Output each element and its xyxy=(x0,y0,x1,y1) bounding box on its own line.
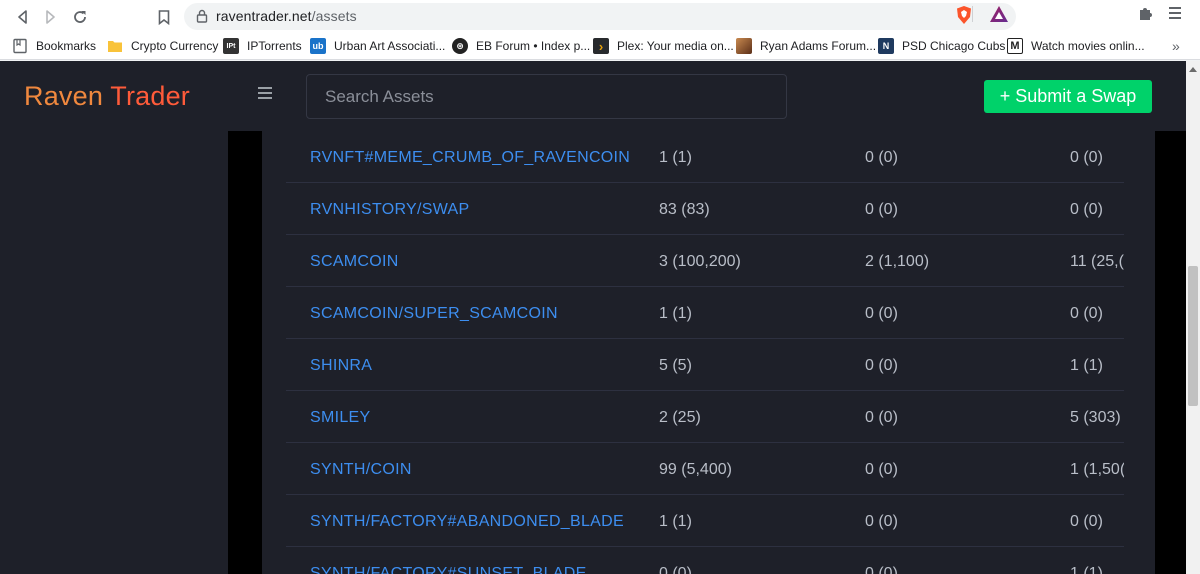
table-row[interactable]: SYNTH/COIN 99 (5,400) 0 (0) 1 (1,50( xyxy=(286,443,1124,495)
asset-value: 1 (1) xyxy=(659,149,692,166)
extensions-icon[interactable] xyxy=(1137,5,1155,28)
assets-table: RVNFT#MEME_CRUMB_OF_RAVENCOIN 1 (1) 0 (0… xyxy=(262,131,1155,574)
psd-icon: N xyxy=(878,38,894,54)
bookmark-item[interactable]: ub Urban Art Associati... xyxy=(310,37,445,55)
asset-value: 0 (0) xyxy=(1070,201,1103,218)
asset-name-link[interactable]: RVNFT#MEME_CRUMB_OF_RAVENCOIN xyxy=(310,149,630,167)
asset-value: 2 (25) xyxy=(659,409,701,426)
asset-value: 3 (100,200) xyxy=(659,253,741,270)
asset-value: 1 (1) xyxy=(659,305,692,322)
ryan-adams-icon xyxy=(736,38,752,54)
table-row[interactable]: SHINRA 5 (5) 0 (0) 1 (1) xyxy=(286,339,1124,391)
asset-name-link[interactable]: SCAMCOIN xyxy=(310,253,399,271)
asset-value: 5 (303) xyxy=(1070,409,1121,426)
brave-shield-icon[interactable] xyxy=(955,5,973,30)
browser-toolbar: raventrader.net/assets xyxy=(0,0,1200,33)
page: Raven Trader + Submit a Swap RVNFT#MEME_… xyxy=(0,61,1186,574)
asset-value: 0 (0) xyxy=(865,357,898,374)
scroll-up-icon[interactable] xyxy=(1189,67,1197,72)
table-row[interactable]: SCAMCOIN/SUPER_SCAMCOIN 1 (1) 0 (0) 0 (0… xyxy=(286,287,1124,339)
bookmark-item[interactable]: Crypto Currency xyxy=(107,37,218,55)
asset-name-link[interactable]: SHINRA xyxy=(310,357,372,375)
table-row[interactable]: SCAMCOIN 3 (100,200) 2 (1,100) 11 (25,( xyxy=(286,235,1124,287)
sidebar: Raven Trader xyxy=(0,61,228,574)
table-row[interactable]: SMILEY 2 (25) 0 (0) 5 (303) xyxy=(286,391,1124,443)
asset-name-link[interactable]: SCAMCOIN/SUPER_SCAMCOIN xyxy=(310,305,558,323)
asset-value: 0 (0) xyxy=(865,409,898,426)
hamburger-menu-icon[interactable] xyxy=(258,87,272,99)
bookmark-item[interactable]: › Plex: Your media on... xyxy=(593,37,734,55)
asset-value: 0 (0) xyxy=(865,305,898,322)
asset-value: 83 (83) xyxy=(659,201,710,218)
bookmarks-bar: Bookmarks Crypto Currency IPt IPTorrents… xyxy=(0,33,1200,60)
asset-value: 99 (5,400) xyxy=(659,461,732,478)
url-text: raventrader.net/assets xyxy=(216,8,357,24)
table-row[interactable]: RVNHISTORY/SWAP 83 (83) 0 (0) 0 (0) xyxy=(286,183,1124,235)
bookmark-item[interactable]: Bookmarks xyxy=(12,37,96,55)
address-bar[interactable]: raventrader.net/assets xyxy=(184,3,1016,30)
bookmark-item[interactable]: ⊛ EB Forum • Index p... xyxy=(452,37,590,55)
bookmark-star-icon[interactable] xyxy=(152,5,176,29)
asset-value: 0 (0) xyxy=(1070,149,1103,166)
asset-value: 1 (1,50( xyxy=(1070,461,1124,478)
asset-value: 1 (1) xyxy=(1070,565,1103,574)
urban-art-icon: ub xyxy=(310,38,326,54)
asset-value: 0 (0) xyxy=(865,513,898,530)
brand-logo[interactable]: Raven Trader xyxy=(24,81,190,112)
asset-value: 0 (0) xyxy=(865,565,898,574)
asset-value: 0 (0) xyxy=(865,149,898,166)
more-bookmarks-icon[interactable]: » xyxy=(1172,38,1180,54)
page-scrollbar[interactable] xyxy=(1186,61,1200,574)
plex-icon: › xyxy=(593,38,609,54)
table-row[interactable]: RVNFT#MEME_CRUMB_OF_RAVENCOIN 1 (1) 0 (0… xyxy=(286,131,1124,183)
forward-icon[interactable] xyxy=(38,5,62,29)
brave-rewards-icon[interactable] xyxy=(989,5,1009,28)
folder-icon xyxy=(107,38,123,54)
asset-name-link[interactable]: RVNHISTORY/SWAP xyxy=(310,201,470,219)
lock-icon[interactable] xyxy=(196,9,208,28)
search-input[interactable] xyxy=(306,74,787,119)
browser-menu-icon[interactable] xyxy=(1168,5,1182,26)
bookmark-item[interactable]: IPt IPTorrents xyxy=(223,37,302,55)
eb-forum-icon: ⊛ xyxy=(452,38,468,54)
asset-name-link[interactable]: SYNTH/COIN xyxy=(310,461,412,479)
table-row[interactable]: SYNTH/FACTORY#SUNSET_BLADE 0 (0) 0 (0) 1… xyxy=(286,547,1124,574)
table-row[interactable]: SYNTH/FACTORY#ABANDONED_BLADE 1 (1) 0 (0… xyxy=(286,495,1124,547)
asset-value: 1 (1) xyxy=(659,513,692,530)
submit-swap-button[interactable]: + Submit a Swap xyxy=(984,80,1152,113)
top-bar: + Submit a Swap xyxy=(228,61,1186,131)
asset-value: 11 (25,( xyxy=(1070,253,1124,270)
asset-name-link[interactable]: SYNTH/FACTORY#SUNSET_BLADE xyxy=(310,565,587,574)
movies-icon: M xyxy=(1007,38,1023,54)
asset-name-link[interactable]: SMILEY xyxy=(310,409,371,427)
bookmarks-folder-icon xyxy=(12,38,28,54)
iptorrents-icon: IPt xyxy=(223,38,239,54)
asset-value: 0 (0) xyxy=(659,565,692,574)
scrollbar-thumb[interactable] xyxy=(1188,266,1198,406)
toolbar-divider xyxy=(972,6,973,22)
reload-icon[interactable] xyxy=(68,5,92,29)
asset-name-link[interactable]: SYNTH/FACTORY#ABANDONED_BLADE xyxy=(310,513,624,531)
asset-value: 0 (0) xyxy=(865,201,898,218)
asset-value: 5 (5) xyxy=(659,357,692,374)
asset-value: 0 (0) xyxy=(1070,305,1103,322)
bookmark-item[interactable]: N PSD Chicago Cubs xyxy=(878,37,1005,55)
bookmark-item[interactable]: Ryan Adams Forum... xyxy=(736,37,876,55)
asset-value: 2 (1,100) xyxy=(865,253,930,270)
asset-value: 0 (0) xyxy=(865,461,898,478)
asset-value: 1 (1) xyxy=(1070,357,1103,374)
back-icon[interactable] xyxy=(11,5,35,29)
bookmark-item[interactable]: M Watch movies onlin... xyxy=(1007,37,1145,55)
asset-value: 0 (0) xyxy=(1070,513,1103,530)
